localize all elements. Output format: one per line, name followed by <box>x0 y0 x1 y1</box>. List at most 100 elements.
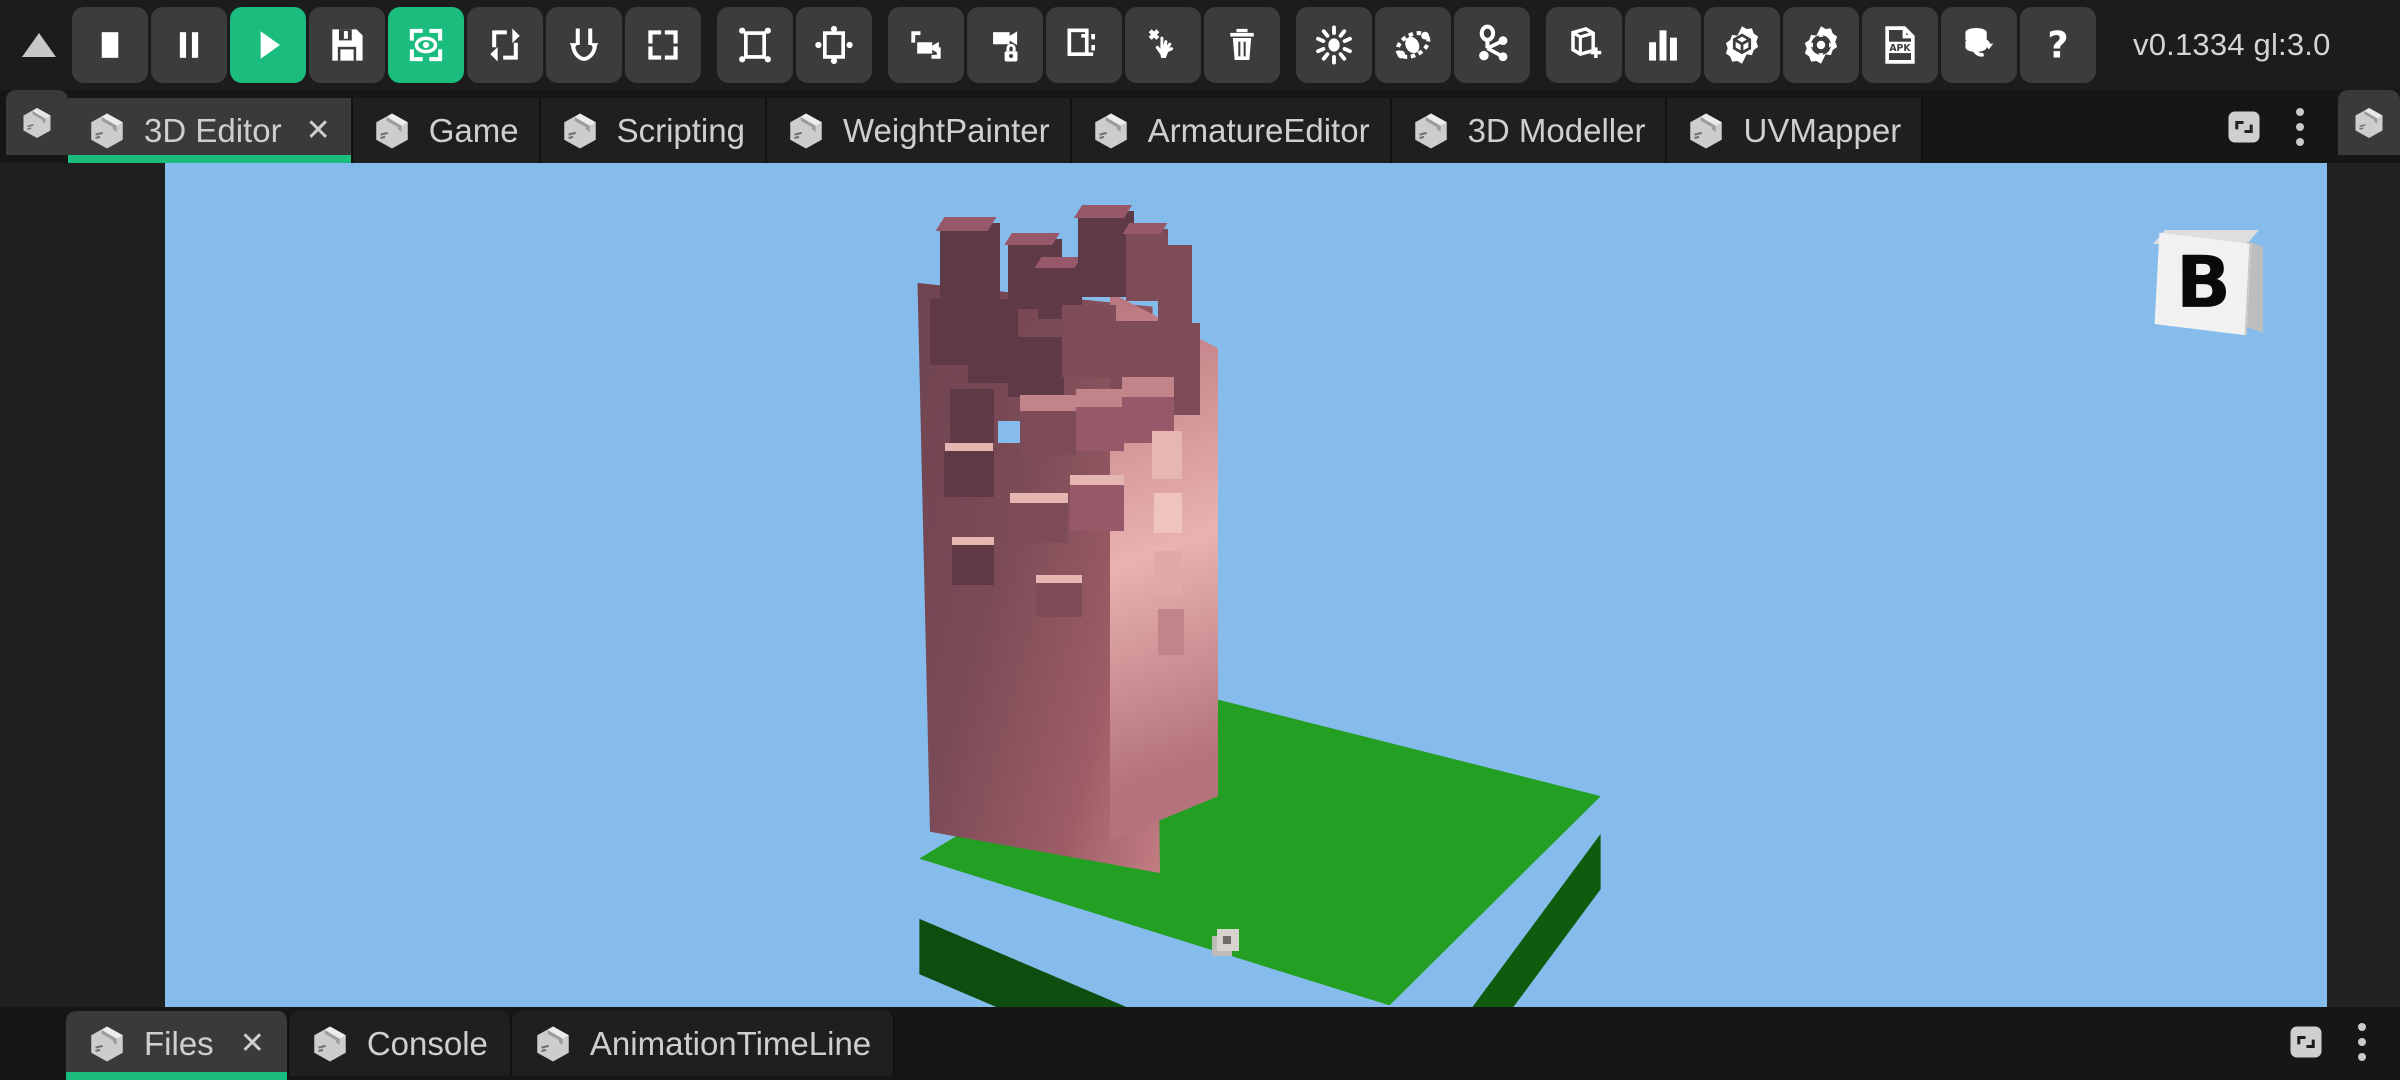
editor-tabbar: 3D Editor ✕ Game Scripting WeightPainter Arma… <box>0 90 2400 163</box>
tab-scripting[interactable]: Scripting <box>540 98 767 163</box>
tab-icon <box>1410 110 1452 152</box>
import-button[interactable] <box>467 7 543 83</box>
stop-button[interactable] <box>72 7 148 83</box>
export-apk-button[interactable]: APK <box>1862 7 1938 83</box>
tab-scroll-right-button[interactable] <box>2338 90 2400 155</box>
add-mesh-button[interactable] <box>1546 7 1622 83</box>
tab-scroll-left-button[interactable] <box>6 90 68 155</box>
camera-lock-button[interactable] <box>967 7 1043 83</box>
cube-logo-icon <box>1690 113 1723 148</box>
gizmo-front-face: B <box>2154 232 2252 336</box>
gizmo-face-label: B <box>2175 240 2231 324</box>
svg-text:APK: APK <box>1889 43 1911 54</box>
tab-icon <box>1090 110 1132 152</box>
tab-3d-modeller[interactable]: 3D Modeller <box>1391 98 1668 163</box>
bar-chart-icon <box>1641 23 1685 67</box>
tab-label: ArmatureEditor <box>1147 111 1370 149</box>
tab-icon <box>559 110 601 152</box>
cube-logo-icon <box>563 113 596 148</box>
scene-marker <box>1217 929 1239 951</box>
3d-scene: B <box>165 163 2327 1007</box>
stop-icon <box>88 23 132 67</box>
add-light-button[interactable] <box>1296 7 1372 83</box>
three-dots-icon <box>2358 1022 2366 1061</box>
tab-game[interactable]: Game <box>352 98 541 163</box>
tab-close-button[interactable]: ✕ <box>306 115 331 146</box>
stats-button[interactable] <box>1625 7 1701 83</box>
gear-cube-icon <box>1720 23 1764 67</box>
transform-gizmo-button[interactable] <box>796 7 872 83</box>
bottombar-controls <box>2278 1007 2400 1076</box>
duplicate-button[interactable] <box>1046 7 1122 83</box>
triangle-up-icon <box>22 33 56 57</box>
undo-rotate-button[interactable] <box>546 7 622 83</box>
bottom-tab-console[interactable]: Console <box>288 1011 512 1076</box>
gear-target-icon <box>1799 23 1843 67</box>
pause-icon <box>167 23 211 67</box>
mesh-settings-button[interactable] <box>1704 7 1780 83</box>
pause-button[interactable] <box>151 7 227 83</box>
cube-logo-icon <box>2355 107 2383 138</box>
copy-dashed-icon <box>1062 23 1106 67</box>
maximize-bottom-panel-button[interactable] <box>2278 1011 2334 1073</box>
cube-plus-icon <box>1562 23 1606 67</box>
select-bounds-button[interactable] <box>717 7 793 83</box>
tab-3d-editor[interactable]: 3D Editor ✕ <box>68 98 353 163</box>
3d-viewport[interactable]: B <box>165 163 2327 1007</box>
floppy-disk-icon <box>325 23 369 67</box>
tab-icon <box>532 1023 574 1065</box>
tabbar-overflow-menu-button[interactable] <box>2272 96 2328 158</box>
tab-uvmapper[interactable]: UVMapper <box>1667 98 1924 163</box>
bottombar-overflow-menu-button[interactable] <box>2334 1011 2390 1073</box>
play-button[interactable] <box>230 7 306 83</box>
tab-label: UVMapper <box>1743 111 1902 149</box>
node-graph-button[interactable] <box>1454 7 1530 83</box>
node-graph-icon <box>1470 23 1514 67</box>
tab-weightpainter[interactable]: WeightPainter <box>766 98 1072 163</box>
help-button[interactable]: ? <box>2020 7 2096 83</box>
delete-button[interactable] <box>1204 7 1280 83</box>
add-orbit-button[interactable] <box>1375 7 1451 83</box>
fit-frame-button[interactable] <box>625 7 701 83</box>
transform-handles-icon <box>812 23 856 67</box>
tab-label: WeightPainter <box>842 111 1050 149</box>
cube-logo-icon <box>537 1026 569 1061</box>
three-dots-icon <box>2296 107 2304 146</box>
trash-icon <box>1220 23 1264 67</box>
tab-armatureeditor[interactable]: ArmatureEditor <box>1071 98 1392 163</box>
tab-icon <box>785 110 827 152</box>
save-button[interactable] <box>309 7 385 83</box>
bottom-tab-close-button[interactable]: ✕ <box>240 1028 265 1059</box>
voxel-tower-mesh <box>910 193 1218 873</box>
bottom-tab-animationtimeline[interactable]: AnimationTimeLine <box>511 1011 896 1076</box>
tab-icon <box>371 110 413 152</box>
maximize-icon <box>2228 110 2260 143</box>
question-mark-icon: ? <box>2036 23 2080 67</box>
reload-database-button[interactable] <box>1941 7 2017 83</box>
bottom-tab-files[interactable]: Files ✕ <box>66 1011 289 1080</box>
app-root: APK? v0.1334 gl:3.0 3D Editor ✕ Game Script… <box>0 0 2400 1080</box>
eye-in-frame-icon <box>404 23 448 67</box>
camera-move-button[interactable] <box>888 7 964 83</box>
maximize-icon <box>2290 1025 2322 1058</box>
right-gutter <box>2327 163 2400 1007</box>
cube-logo-icon <box>23 107 51 138</box>
light-sun-icon <box>1312 23 1356 67</box>
preview-button[interactable] <box>388 7 464 83</box>
bottom-tab-label: AnimationTimeLine <box>589 1024 872 1062</box>
deselect-button[interactable] <box>1125 7 1201 83</box>
orientation-gizmo[interactable]: B <box>2151 228 2269 336</box>
cube-logo-icon <box>375 113 408 148</box>
collapse-toolbar-arrow[interactable] <box>6 0 72 90</box>
hand-pointer-x-icon <box>1141 23 1185 67</box>
svg-text:?: ? <box>2047 23 2068 66</box>
bottom-panel-tabbar: Files ✕ Console AnimationTimeLine <box>0 1007 2400 1080</box>
database-refresh-icon <box>1957 23 2001 67</box>
maximize-panel-button[interactable] <box>2216 96 2272 158</box>
version-label: v0.1334 gl:3.0 <box>2133 27 2331 62</box>
arrow-in-frame-icon <box>483 23 527 67</box>
tower-hole <box>998 421 1020 443</box>
camera-move-icon <box>904 23 948 67</box>
cube-logo-icon <box>314 1026 346 1061</box>
project-settings-button[interactable] <box>1783 7 1859 83</box>
